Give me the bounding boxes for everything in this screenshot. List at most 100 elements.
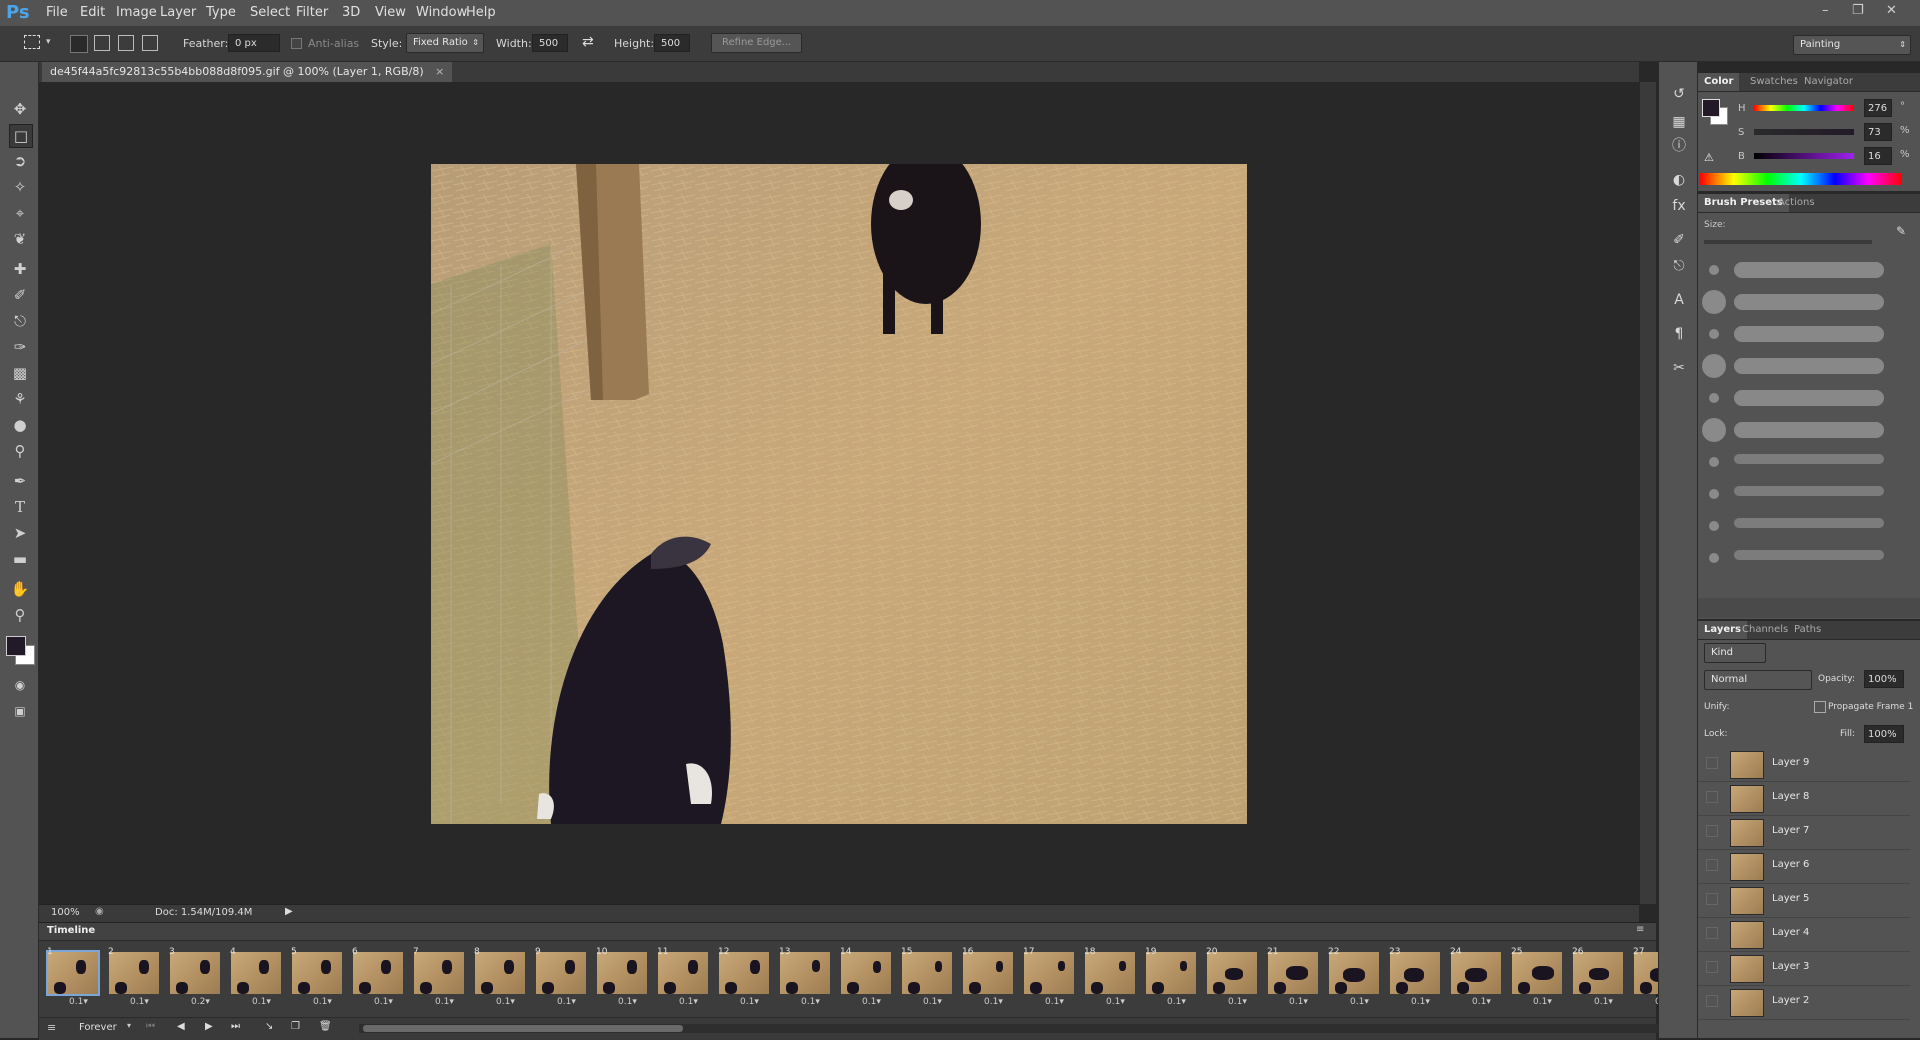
height-input[interactable]: 500 (654, 34, 690, 52)
brush-panel-icon[interactable]: ✎ (1896, 224, 1906, 238)
visibility-toggle[interactable] (1706, 893, 1718, 905)
feather-input[interactable]: 0 px (228, 34, 280, 52)
brush-preset[interactable] (1700, 286, 1905, 316)
workspace-dropdown[interactable]: Painting ⇕ (1793, 35, 1911, 55)
adjustments-panel-icon[interactable]: ◐ (1669, 170, 1689, 190)
delete-frame-icon[interactable]: 🗑 (319, 1021, 332, 1032)
info-panel-icon[interactable]: ⓘ (1669, 136, 1689, 156)
rectangle-shape-tool-icon[interactable]: ▬ (9, 548, 31, 570)
frame-delay[interactable]: 0.1▾ (962, 997, 1003, 1007)
eraser-tool-icon[interactable]: ▩ (9, 362, 31, 384)
visibility-toggle[interactable] (1706, 791, 1718, 803)
menu-file[interactable]: File (46, 5, 68, 20)
play-icon[interactable]: ▶ (205, 1021, 213, 1032)
brush-size-slider[interactable] (1704, 240, 1872, 244)
timeline-frame[interactable]: 2 0.1▾ (106, 947, 162, 1009)
tab-color[interactable]: Color (1698, 73, 1740, 91)
menu-edit[interactable]: Edit (80, 5, 105, 20)
hue-slider[interactable] (1754, 105, 1854, 111)
brush-tool-icon[interactable]: ✐ (9, 284, 31, 306)
dodge-tool-icon[interactable]: ⚲ (9, 440, 31, 462)
magic-wand-tool-icon[interactable]: ✧ (9, 176, 31, 198)
layer-row[interactable]: Layer 4 (1698, 917, 1910, 952)
frame-delay[interactable]: 0.1▾ (657, 997, 698, 1007)
tool-presets-panel-icon[interactable]: ✂ (1669, 358, 1689, 378)
brush-preset[interactable] (1700, 254, 1905, 284)
tab-actions[interactable]: Actions (1772, 194, 1821, 212)
menu-image[interactable]: Image (116, 5, 157, 20)
layer-row[interactable]: Layer 3 (1698, 951, 1910, 986)
foreground-color-swatch[interactable] (6, 636, 26, 656)
move-tool-icon[interactable]: ✥ (9, 98, 31, 120)
close-icon[interactable]: ✕ (1886, 3, 1897, 18)
clone-stamp-tool-icon[interactable]: ⎋ (9, 310, 31, 332)
first-frame-icon[interactable]: ⏮ (146, 1021, 155, 1032)
intersect-selection-icon[interactable] (142, 35, 158, 51)
layer-row[interactable]: Layer 9 (1698, 747, 1910, 782)
timeline-frame[interactable]: 26 0.1▾ (1570, 947, 1626, 1009)
timeline-frame[interactable]: 4 0.1▾ (228, 947, 284, 1009)
saturation-slider[interactable] (1754, 129, 1854, 135)
timeline-frame[interactable]: 15 0.1▾ (899, 947, 955, 1009)
frame-delay[interactable]: 0.1▾ (1572, 997, 1613, 1007)
timeline-frame[interactable]: 21 0.1▾ (1265, 947, 1321, 1009)
timeline-frame[interactable]: 20 0.1▾ (1204, 947, 1260, 1009)
visibility-toggle[interactable] (1706, 961, 1718, 973)
menu-layer[interactable]: Layer (160, 5, 196, 20)
menu-select[interactable]: Select (250, 5, 290, 20)
timeline-frame[interactable]: 5 0.1▾ (289, 947, 345, 1009)
timeline-frame[interactable]: 14 0.1▾ (838, 947, 894, 1009)
new-selection-icon[interactable] (70, 35, 88, 53)
path-selection-tool-icon[interactable]: ➤ (9, 522, 31, 544)
zoom-tool-icon[interactable]: ⚲ (9, 604, 31, 626)
layer-row[interactable]: Layer 2 (1698, 985, 1910, 1020)
propagate-checkbox[interactable] (1814, 701, 1826, 713)
frame-delay[interactable]: 0.1▾ (596, 997, 637, 1007)
screen-mode-icon[interactable]: ▣ (9, 700, 31, 722)
layer-row[interactable]: Layer 5 (1698, 883, 1910, 918)
menu-view[interactable]: View (375, 5, 406, 20)
clone-source-panel-icon[interactable]: ⎋ (1669, 256, 1689, 276)
blend-mode-dropdown[interactable]: Normal (1704, 670, 1812, 690)
tab-navigator[interactable]: Navigator (1798, 73, 1859, 91)
timeline-frame[interactable]: 11 0.1▾ (655, 947, 711, 1009)
pen-tool-icon[interactable]: ✒ (9, 470, 31, 492)
lasso-tool-icon[interactable]: ➲ (9, 150, 31, 172)
document-tab[interactable]: de45f44a5fc92813c55b4bb088d8f095.gif @ 1… (42, 62, 453, 82)
timeline-scrollbar[interactable] (359, 1024, 1659, 1033)
frame-delay[interactable]: 0.1▾ (901, 997, 942, 1007)
menu-filter[interactable]: Filter (296, 5, 328, 20)
chevron-down-icon[interactable]: ▾ (127, 1021, 131, 1030)
paragraph-panel-icon[interactable]: ¶ (1669, 324, 1689, 344)
brush-preset[interactable] (1700, 478, 1905, 508)
visibility-toggle[interactable] (1706, 757, 1718, 769)
frame-delay[interactable]: 0.1▾ (1389, 997, 1430, 1007)
frame-delay[interactable]: 0.1▾ (1206, 997, 1247, 1007)
history-brush-tool-icon[interactable]: ✑ (9, 336, 31, 358)
color-spectrum-bar[interactable] (1700, 173, 1902, 185)
timeline-frame[interactable]: 13 0.1▾ (777, 947, 833, 1009)
frame-delay[interactable]: 0.1▾ (1145, 997, 1186, 1007)
loop-dropdown[interactable]: Forever (79, 1022, 117, 1033)
tab-swatches[interactable]: Swatches (1744, 73, 1804, 91)
frame-delay[interactable]: 0.2▾ (169, 997, 210, 1007)
width-input[interactable]: 500 (532, 34, 568, 52)
brush-panel-icon[interactable]: ✐ (1669, 230, 1689, 250)
quick-mask-icon[interactable]: ◉ (9, 674, 31, 696)
timeline-frame[interactable]: 9 0.1▾ (533, 947, 589, 1009)
hand-tool-icon[interactable]: ✋ (9, 578, 31, 600)
style-dropdown[interactable]: Fixed Ratio ⇕ (406, 33, 484, 53)
document-canvas-image[interactable] (431, 164, 1247, 824)
timeline-frame[interactable]: 19 0.1▾ (1143, 947, 1199, 1009)
visibility-toggle[interactable] (1706, 859, 1718, 871)
layer-row[interactable]: Layer 7 (1698, 815, 1910, 850)
timeline-frame[interactable]: 24 0.1▾ (1448, 947, 1504, 1009)
gamut-warning-icon[interactable]: ⚠ (1704, 151, 1714, 164)
crop-tool-icon[interactable]: ⌖ (9, 202, 31, 224)
next-frame-icon[interactable]: ⏭ (231, 1021, 240, 1032)
frame-delay[interactable]: 0.1▾ (779, 997, 820, 1007)
brush-preset[interactable] (1700, 510, 1905, 540)
visibility-toggle[interactable] (1706, 995, 1718, 1007)
visibility-toggle[interactable] (1706, 927, 1718, 939)
fill-input[interactable]: 100% (1864, 725, 1904, 743)
